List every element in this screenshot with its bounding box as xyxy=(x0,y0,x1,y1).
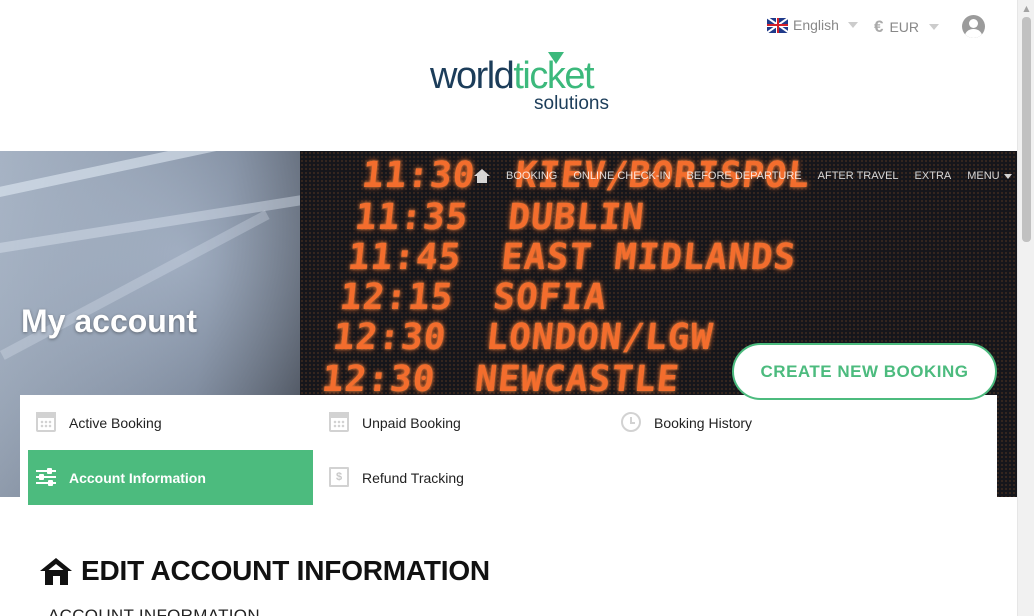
page-title: My account xyxy=(21,303,198,339)
section-subheading: ACCOUNT INFORMATION xyxy=(48,606,260,616)
board-row: 12:30 LONDON/LGW xyxy=(331,317,715,358)
nav-extra[interactable]: EXTRA xyxy=(915,170,952,182)
receipt-icon: $ xyxy=(329,467,349,487)
chevron-down-icon xyxy=(847,22,858,28)
board-destination: LONDON/LGW xyxy=(484,317,716,358)
board-time: 11:45 xyxy=(345,237,464,278)
menu-active-booking[interactable]: Active Booking xyxy=(28,395,313,450)
logo-wordmark: worldticket xyxy=(430,55,595,97)
nav-online-check-in[interactable]: ONLINE CHECK-IN xyxy=(573,170,670,182)
euro-icon: € xyxy=(874,17,884,36)
board-time: 11:30 xyxy=(359,155,478,196)
board-destination: EAST MIDLANDS xyxy=(499,237,799,278)
home-icon[interactable] xyxy=(474,169,490,183)
nav-booking[interactable]: BOOKING xyxy=(506,170,557,182)
menu-account-information[interactable]: Account Information xyxy=(28,450,313,505)
sliders-icon xyxy=(36,467,56,487)
vertical-scrollbar[interactable]: ▲ xyxy=(1017,0,1034,616)
calendar-icon xyxy=(36,412,56,432)
board-time: 12:15 xyxy=(337,277,456,318)
board-destination: SOFIA xyxy=(491,277,609,318)
main-nav: BOOKING ONLINE CHECK-IN BEFORE DEPARTURE… xyxy=(474,169,1012,183)
account-card: Active Booking Unpaid Booking Booking Hi… xyxy=(20,395,997,616)
section-title: EDIT ACCOUNT INFORMATION xyxy=(40,555,490,587)
currency-label: EUR xyxy=(889,19,920,35)
board-time: 12:30 xyxy=(319,359,438,400)
scroll-up-arrow-icon[interactable]: ▲ xyxy=(1018,0,1034,17)
board-time: 11:35 xyxy=(352,197,471,238)
board-destination: DUBLIN xyxy=(506,197,647,238)
calendar-icon xyxy=(329,412,349,432)
language-selector[interactable]: English xyxy=(767,17,858,33)
menu-refund-tracking[interactable]: $ Refund Tracking xyxy=(321,450,606,505)
board-row: 12:30 NEWCASTLE xyxy=(320,359,682,400)
board-row: 11:45 EAST MIDLANDS xyxy=(346,237,798,278)
clock-icon xyxy=(621,412,641,432)
create-new-booking-button[interactable]: CREATE NEW BOOKING xyxy=(732,343,997,400)
nav-before-departure[interactable]: BEFORE DEPARTURE xyxy=(687,170,802,182)
language-label: English xyxy=(793,17,839,33)
nav-after-travel[interactable]: AFTER TRAVEL xyxy=(818,170,899,182)
currency-selector[interactable]: € EUR xyxy=(874,17,940,37)
nav-menu[interactable]: MENU xyxy=(967,170,1012,182)
site-header: English € EUR worldticket solutions xyxy=(0,0,1017,151)
menu-unpaid-booking[interactable]: Unpaid Booking xyxy=(321,395,606,450)
board-row: 12:15 SOFIA xyxy=(338,277,609,318)
chevron-down-icon xyxy=(1003,173,1012,179)
board-row: 11:35 DUBLIN xyxy=(353,197,647,238)
uk-flag-icon xyxy=(767,17,788,33)
scrollbar-thumb[interactable] xyxy=(1022,17,1031,242)
chevron-down-icon xyxy=(929,24,940,30)
board-destination: NEWCASTLE xyxy=(473,359,682,400)
logo[interactable]: worldticket solutions xyxy=(430,50,630,116)
menu-booking-history[interactable]: Booking History xyxy=(613,395,898,450)
home-icon xyxy=(40,557,73,585)
logo-subtitle: solutions xyxy=(534,93,609,114)
board-time: 12:30 xyxy=(330,317,449,358)
user-icon[interactable] xyxy=(962,15,985,38)
